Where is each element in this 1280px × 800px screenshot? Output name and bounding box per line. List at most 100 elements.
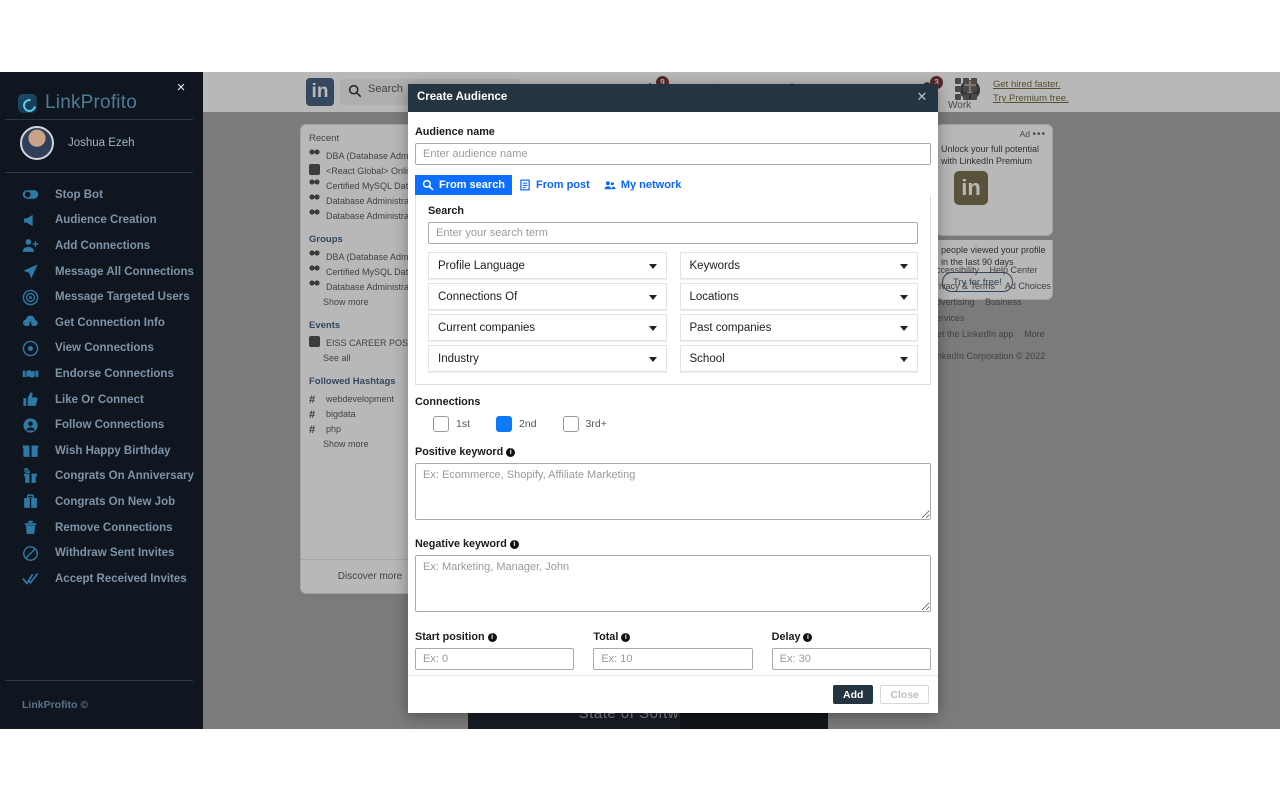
sidebar-item-stop-bot[interactable]: Stop Bot bbox=[0, 182, 203, 208]
sidebar-item-follow-connections[interactable]: Follow Connections bbox=[0, 412, 203, 438]
info-icon[interactable]: i bbox=[621, 633, 631, 642]
sidebar-item-endorse-connections[interactable]: Endorse Connections bbox=[0, 361, 203, 387]
modal-close-icon[interactable]: ✕ bbox=[915, 90, 929, 104]
tab-from-search[interactable]: From search bbox=[415, 175, 513, 195]
user-plus-icon bbox=[22, 237, 39, 254]
select-connections-of[interactable]: Connections Of bbox=[428, 283, 667, 310]
negative-keyword-label-text: Negative keyword bbox=[415, 538, 507, 550]
premium-promo[interactable]: Get hired faster. Try Premium free. bbox=[993, 78, 1069, 106]
gift-icon bbox=[22, 467, 39, 485]
close-button[interactable]: Close bbox=[880, 685, 929, 704]
select-current-companies[interactable]: Current companies bbox=[428, 314, 667, 341]
sidebar-item-label: Endorse Connections bbox=[55, 367, 174, 380]
positive-keyword-label-text: Positive keyword bbox=[415, 446, 504, 458]
search-input[interactable] bbox=[428, 222, 918, 244]
sidebar-item-wish-happy-birthday[interactable]: Wish Happy Birthday bbox=[0, 438, 203, 464]
ad-options-icon[interactable]: ••• bbox=[1032, 129, 1046, 140]
tab-label: My network bbox=[620, 179, 682, 191]
start-position-label-text: Start position bbox=[415, 631, 485, 643]
linkedin-footer: Accessibility Help Center Privacy & Term… bbox=[930, 262, 1060, 364]
sidebar-item-message-all-connections[interactable]: Message All Connections bbox=[0, 259, 203, 285]
group-icon bbox=[309, 149, 320, 160]
search-icon bbox=[422, 179, 434, 191]
delay-label-text: Delay bbox=[771, 631, 801, 643]
sidebar-item-add-connections[interactable]: Add Connections bbox=[0, 233, 203, 259]
positive-keyword-textarea[interactable] bbox=[415, 463, 931, 520]
chevron-down-icon bbox=[648, 326, 657, 331]
select-label: Current companies bbox=[438, 321, 536, 334]
footer-link[interactable]: Ad Choices bbox=[1005, 281, 1051, 291]
info-icon[interactable]: i bbox=[506, 448, 516, 457]
linkedin-logo[interactable]: in bbox=[306, 78, 334, 106]
sidebar-item-accept-received-invites[interactable]: Accept Received Invites bbox=[0, 566, 203, 592]
thumbs-up-icon bbox=[22, 391, 39, 408]
work-grid-icon[interactable] bbox=[955, 78, 977, 100]
double-check-icon bbox=[22, 570, 39, 587]
checkbox-label: 3rd+ bbox=[585, 418, 607, 430]
checkbox-box[interactable] bbox=[562, 416, 579, 432]
sidebar-item-label: View Connections bbox=[55, 342, 154, 355]
sidebar-item-label: Remove Connections bbox=[55, 521, 173, 534]
sidebar-item-congrats-on-new-job[interactable]: Congrats On New Job bbox=[0, 489, 203, 515]
hash-icon: # bbox=[309, 394, 316, 406]
search-label: Search bbox=[428, 205, 465, 217]
start-position-input[interactable] bbox=[415, 648, 575, 670]
checkbox-box[interactable] bbox=[433, 416, 449, 432]
audience-name-input[interactable] bbox=[415, 143, 931, 165]
sidebar-item-like-or-connect[interactable]: Like Or Connect bbox=[0, 387, 203, 413]
select-profile-language[interactable]: Profile Language bbox=[428, 252, 667, 279]
work-menu-label[interactable]: Work bbox=[948, 100, 971, 111]
footer-link[interactable]: Get the LinkedIn app bbox=[930, 329, 1014, 339]
checkbox-3rd-plus[interactable]: 3rd+ bbox=[562, 416, 607, 432]
screen: in Search 9 3 Work Get hired faster. Try… bbox=[0, 0, 1280, 800]
sidebar-item-withdraw-sent-invites[interactable]: Withdraw Sent Invites bbox=[0, 540, 203, 566]
info-icon[interactable]: i bbox=[509, 540, 519, 549]
info-icon[interactable]: i bbox=[803, 633, 813, 642]
info-icon[interactable]: i bbox=[487, 633, 497, 642]
sidebar-brand: LinkProfito bbox=[18, 90, 137, 116]
select-label: Locations bbox=[689, 290, 739, 303]
tab-from-post[interactable]: From post bbox=[512, 175, 597, 195]
sidebar-item-label: Add Connections bbox=[55, 239, 151, 252]
select-school[interactable]: School bbox=[679, 345, 918, 372]
tab-my-network[interactable]: My network bbox=[597, 175, 689, 195]
sidebar-nav: Stop Bot Audience Creation Add Connectio… bbox=[0, 182, 203, 592]
footer-link[interactable]: Privacy & Terms bbox=[930, 281, 995, 291]
list-item-label: php bbox=[326, 424, 342, 434]
sidebar-item-congrats-on-anniversary[interactable]: Congrats On Anniversary bbox=[0, 464, 203, 490]
select-keywords[interactable]: Keywords bbox=[679, 252, 918, 279]
negative-keyword-textarea[interactable] bbox=[415, 555, 931, 612]
footer-link[interactable]: Help Center bbox=[990, 265, 1038, 275]
delay-label: Delay i bbox=[772, 631, 931, 643]
people-icon bbox=[604, 181, 616, 190]
checkbox-1st[interactable]: 1st bbox=[433, 416, 470, 432]
briefcase-icon bbox=[22, 493, 39, 510]
promo-line-2: Try Premium free. bbox=[993, 93, 1069, 104]
user-name: Joshua Ezeh bbox=[68, 137, 135, 149]
sidebar-item-remove-connections[interactable]: Remove Connections bbox=[0, 515, 203, 541]
sidebar-item-get-connection-info[interactable]: Get Connection Info bbox=[0, 310, 203, 336]
checkbox-2nd[interactable]: 2nd bbox=[496, 416, 537, 432]
linkprofito-sidebar: × LinkProfito Joshua Ezeh Stop Bot Audie… bbox=[0, 72, 203, 729]
sidebar-close-button[interactable]: × bbox=[173, 80, 189, 96]
promo-line-1: Get hired faster. bbox=[993, 79, 1061, 90]
sidebar-profile[interactable]: Joshua Ezeh bbox=[20, 126, 135, 160]
delay-input[interactable] bbox=[771, 648, 931, 670]
sidebar-footer: LinkProfito © bbox=[22, 699, 89, 711]
select-past-companies[interactable]: Past companies bbox=[679, 314, 918, 341]
sidebar-item-label: Message Targeted Users bbox=[55, 291, 190, 304]
footer-link[interactable]: More bbox=[1024, 329, 1045, 339]
select-locations[interactable]: Locations bbox=[679, 283, 918, 310]
checkbox-box-checked[interactable] bbox=[496, 416, 513, 432]
total-input[interactable] bbox=[593, 648, 753, 670]
sidebar-item-audience-creation[interactable]: Audience Creation bbox=[0, 208, 203, 234]
calendar-icon bbox=[309, 336, 320, 347]
add-button[interactable]: Add bbox=[832, 685, 874, 704]
sidebar-item-message-targeted-users[interactable]: Message Targeted Users bbox=[0, 284, 203, 310]
sidebar-item-label: Withdraw Sent Invites bbox=[55, 547, 175, 560]
select-industry[interactable]: Industry bbox=[428, 345, 667, 372]
search-icon bbox=[348, 84, 362, 98]
sidebar-item-view-connections[interactable]: View Connections bbox=[0, 336, 203, 362]
from-search-panel: Search Profile Language Keywords Connect… bbox=[415, 195, 931, 385]
user-circle-icon bbox=[22, 417, 39, 434]
